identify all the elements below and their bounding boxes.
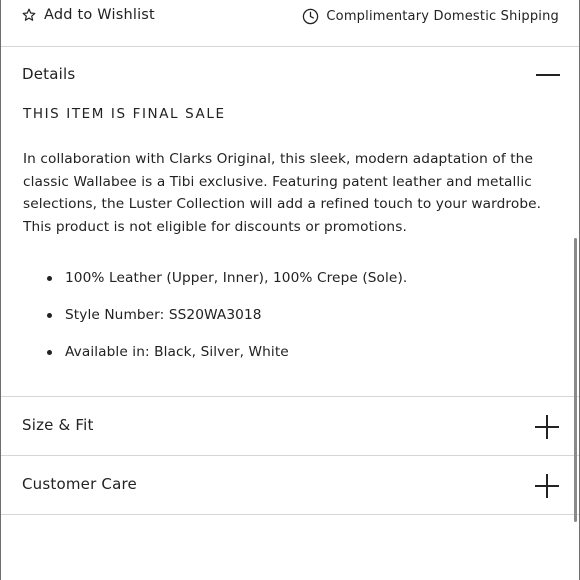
- add-to-wishlist-button[interactable]: Add to Wishlist: [22, 4, 155, 26]
- top-bar: Add to Wishlist Complimentary Domestic S…: [1, 0, 579, 47]
- details-accordion-header[interactable]: Details: [1, 47, 579, 102]
- shipping-label: Complimentary Domestic Shipping: [326, 8, 559, 24]
- plus-icon: [535, 474, 559, 498]
- spec-item-material: 100% Leather (Upper, Inner), 100% Crepe …: [23, 268, 563, 305]
- customer-care-accordion-header[interactable]: Customer Care: [1, 456, 579, 514]
- final-sale-notice: THIS ITEM IS FINAL SALE: [23, 106, 226, 122]
- wishlist-label: Add to Wishlist: [44, 7, 155, 23]
- plus-icon: [535, 415, 559, 439]
- scrollbar-thumb[interactable]: [574, 238, 577, 522]
- size-fit-accordion-header[interactable]: Size & Fit: [1, 397, 579, 455]
- details-title: Details: [22, 65, 76, 83]
- divider: [1, 514, 579, 515]
- minus-icon[interactable]: [536, 74, 560, 76]
- spec-item-style-number: Style Number: SS20WA3018: [23, 305, 563, 342]
- product-description: In collaboration with Clarks Original, t…: [23, 151, 542, 235]
- spec-item-availability: Available in: Black, Silver, White: [23, 342, 563, 379]
- size-fit-title: Size & Fit: [22, 416, 94, 434]
- product-specs-list: 100% Leather (Upper, Inner), 100% Crepe …: [23, 268, 563, 379]
- shipping-info: Complimentary Domestic Shipping: [302, 5, 559, 27]
- product-info-panel: Add to Wishlist Complimentary Domestic S…: [0, 0, 580, 580]
- star-outline-icon: [22, 8, 36, 21]
- customer-care-title: Customer Care: [22, 475, 137, 493]
- clock-icon: [303, 8, 319, 24]
